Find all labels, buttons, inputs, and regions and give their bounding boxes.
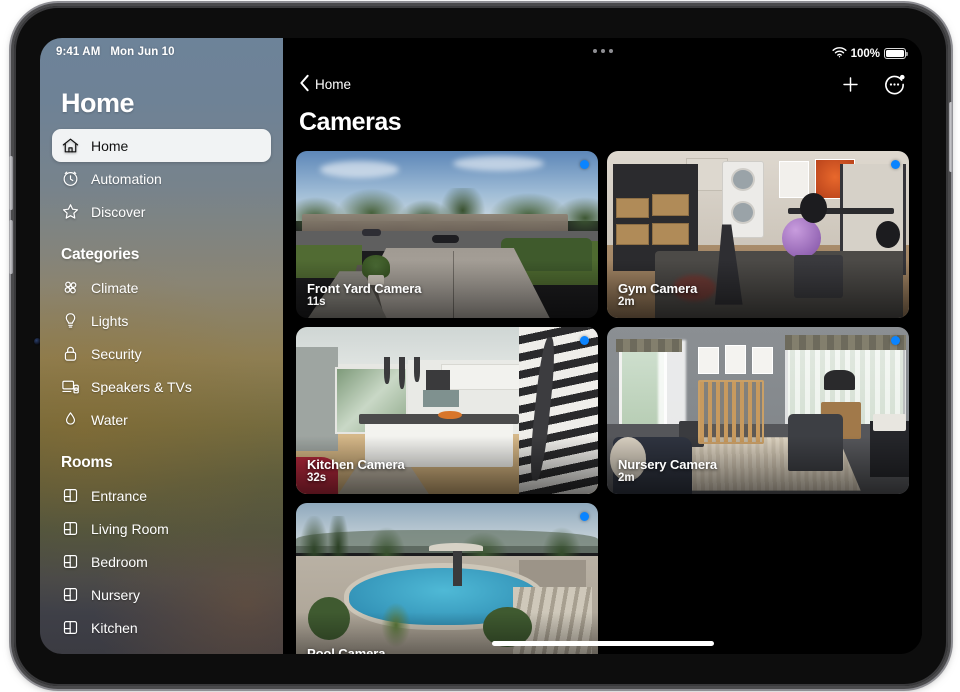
sidebar-item-bedroom-label: Bedroom [91,554,148,570]
multitasking-dots-icon[interactable] [593,49,613,53]
sidebar-categories-header: Categories [40,228,283,271]
sidebar-item-speakers-tvs[interactable]: Speakers & TVs [52,370,271,403]
sidebar-item-water-label: Water [91,412,128,428]
camera-tile-front-yard[interactable]: Front Yard Camera 11s [296,151,598,318]
camera-status-dot [891,160,900,169]
more-circle-button[interactable] [883,73,906,96]
nav-actions [840,73,906,96]
camera-name: Nursery Camera [618,457,717,473]
chevron-left-icon [299,74,310,95]
sidebar-item-climate[interactable]: Climate [52,271,271,304]
home-indicator[interactable] [492,641,714,646]
camera-status-dot [580,336,589,345]
camera-name: Kitchen Camera [307,457,405,473]
multitask-dot [609,49,613,53]
camera-tile-nursery[interactable]: Nursery Camera 2m [607,327,909,494]
camera-timestamp: 2m [618,296,697,310]
sidebar-item-entrance[interactable]: Entrance [52,479,271,512]
ipad-device-frame: 9:41 AM Mon Jun 10 Home Home [14,6,948,686]
volume-up-button[interactable] [9,156,13,210]
sidebar-home-title: Home [40,58,283,129]
sidebar-item-bedroom[interactable]: Bedroom [52,545,271,578]
room-icon [61,519,80,538]
battery-percent-label: 100% [851,48,880,60]
sidebar-item-automation[interactable]: Automation [52,162,271,195]
camera-timestamp: 2m [618,472,717,486]
camera-name: Gym Camera [618,281,697,297]
sidebar-item-discover[interactable]: Discover [52,195,271,228]
camera-status-dot [891,336,900,345]
room-icon [61,618,80,637]
sidebar-item-entrance-label: Entrance [91,488,147,504]
lock-icon [61,344,80,363]
camera-tile-gym[interactable]: Gym Camera 2m [607,151,909,318]
camera-caption: Front Yard Camera 11s [307,281,421,310]
sidebar-item-home-label: Home [91,138,128,154]
sidebar-item-security-label: Security [91,346,142,362]
sidebar-item-speakers-tvs-label: Speakers & TVs [91,379,192,395]
battery-full-icon [884,48,906,59]
status-bar-right: 100% [832,46,906,61]
camera-tile-pool[interactable]: Pool Camera [296,503,598,654]
camera-name: Front Yard Camera [307,281,421,297]
fan-icon [61,278,80,297]
room-icon [61,552,80,571]
sidebar-item-water[interactable]: Water [52,403,271,436]
status-bar-date: Mon Jun 10 [110,46,174,58]
sidebar-item-lights[interactable]: Lights [52,304,271,337]
camera-timestamp: 32s [307,472,405,486]
sidebar-rooms-nav: Entrance Living Room Bedroom [40,479,283,644]
sidebar-item-nursery-label: Nursery [91,587,140,603]
back-button[interactable]: Home [299,74,351,95]
star-icon [61,202,80,221]
room-icon [61,486,80,505]
sidebar-item-kitchen[interactable]: Kitchen [52,611,271,644]
room-icon [61,585,80,604]
camera-tile-kitchen[interactable]: Kitchen Camera 32s [296,327,598,494]
volume-down-button[interactable] [9,220,13,274]
sidebar-item-climate-label: Climate [91,280,138,296]
clock-icon [61,169,80,188]
camera-name: Pool Camera [307,646,385,654]
wifi-icon [832,46,847,61]
house-icon [61,136,80,155]
ipad-screen: 9:41 AM Mon Jun 10 Home Home [40,38,922,654]
sidebar-item-security[interactable]: Security [52,337,271,370]
camera-status-dot [580,160,589,169]
water-drop-icon [61,410,80,429]
status-bar-left: 9:41 AM Mon Jun 10 [40,38,283,58]
camera-caption: Kitchen Camera 32s [307,457,405,486]
multitask-dot [601,49,605,53]
back-button-label: Home [315,77,351,92]
sidebar-item-nursery[interactable]: Nursery [52,578,271,611]
sidebar-item-lights-label: Lights [91,313,128,329]
sidebar-categories-nav: Climate Lights Security [40,271,283,436]
camera-timestamp: 11s [307,296,421,310]
camera-caption: Nursery Camera 2m [618,457,717,486]
sidebar-item-home[interactable]: Home [52,129,271,162]
sidebar-item-living-room-label: Living Room [91,521,169,537]
navigation-bar: Home [283,64,922,104]
add-button[interactable] [840,74,861,95]
lightbulb-icon [61,311,80,330]
sidebar-item-kitchen-label: Kitchen [91,620,138,636]
camera-grid: Front Yard Camera 11s [283,151,922,654]
multitask-dot [593,49,597,53]
sidebar-item-automation-label: Automation [91,171,162,187]
sidebar: 9:41 AM Mon Jun 10 Home Home [40,38,283,654]
sidebar-item-discover-label: Discover [91,204,145,220]
main-content: 100% Home [283,38,922,654]
page-title: Cameras [283,104,922,151]
sidebar-primary-nav: Home Automation Discover [40,129,283,228]
sidebar-rooms-header: Rooms [40,436,283,479]
tv-speaker-icon [61,377,80,396]
sidebar-item-living-room[interactable]: Living Room [52,512,271,545]
power-button[interactable] [949,102,953,172]
camera-caption: Pool Camera [307,646,385,654]
camera-status-dot [580,512,589,521]
status-bar-time: 9:41 AM [56,46,100,58]
battery-fill [886,50,904,57]
camera-caption: Gym Camera 2m [618,281,697,310]
